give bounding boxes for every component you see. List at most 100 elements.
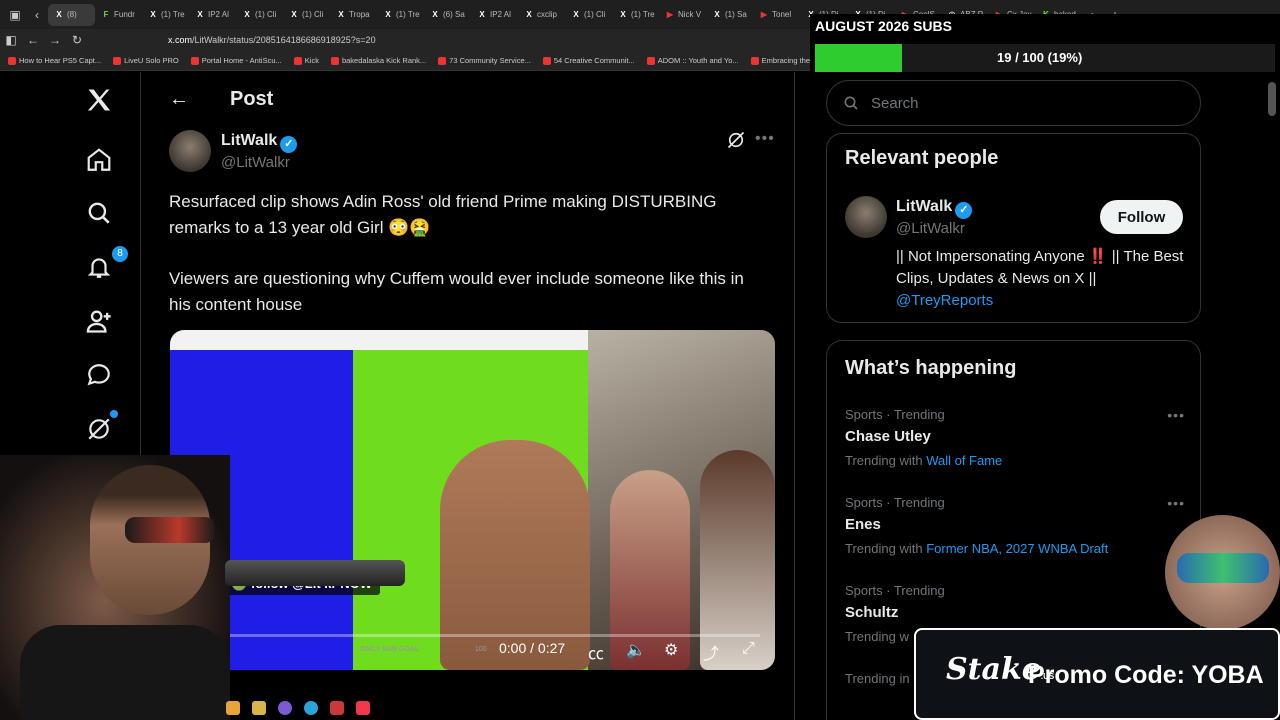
taskbar-folder-icon[interactable] (252, 701, 266, 715)
browser-tab[interactable]: X IP2 Al (189, 4, 236, 26)
grok-explain-icon[interactable] (726, 130, 746, 155)
back-arrow-icon[interactable]: ← (169, 88, 189, 111)
browser-tab[interactable]: X (6) Sa (424, 4, 471, 26)
author-name[interactable]: LitWalk (221, 132, 277, 149)
browser-tab[interactable]: ▶ Tonel (753, 4, 800, 26)
forward-icon[interactable]: → (44, 33, 66, 47)
promo-code-text: Promo Code: YOBA (1028, 661, 1264, 689)
video-progress-bar[interactable] (190, 634, 760, 637)
bookmark-item[interactable]: LiveU Solo PRO (113, 56, 179, 65)
browser-tab[interactable]: X (8) (48, 3, 95, 26)
trend-related-link[interactable]: Former NBA, 2027 WNBA Draft (926, 541, 1108, 556)
trend-more-icon[interactable]: ••• (1167, 495, 1185, 511)
bio-link[interactable]: @TreyReports (896, 292, 993, 309)
author-avatar[interactable] (169, 130, 211, 172)
home-icon[interactable] (84, 145, 114, 175)
browser-tab[interactable]: X IP2 Al (471, 4, 518, 26)
more-options-icon[interactable]: ••• (755, 130, 775, 148)
bookmark-item[interactable]: How to Hear PS5 Capt... (8, 56, 101, 65)
tab-favicon-icon: ▶ (760, 9, 768, 19)
search-icon (843, 95, 859, 116)
fullscreen-icon[interactable]: ⤢ (742, 640, 755, 658)
relevant-people-card: Relevant people LitWalk ✓ @LitWalkr Follo… (826, 133, 1201, 323)
taskbar-telegram-icon[interactable] (304, 701, 318, 715)
follow-button[interactable]: Follow (1100, 200, 1183, 234)
taskbar-app-icon[interactable] (330, 701, 344, 715)
grok-icon[interactable] (84, 410, 118, 444)
tab-favicon-icon: X (385, 9, 391, 19)
browser-tab[interactable]: X Tropa (330, 4, 377, 26)
page-scrollbar[interactable] (1268, 82, 1276, 116)
trend-name: Chase Utley (845, 428, 931, 445)
reload-icon[interactable]: ↻ (66, 33, 88, 47)
trend-with-prefix: Trending with (845, 453, 923, 468)
browser-tab[interactable]: ▶ Nick V (659, 4, 706, 26)
tab-scroll-left-icon[interactable]: ‹ (26, 8, 48, 22)
search-box[interactable]: Search (826, 80, 1201, 126)
bookmark-item[interactable]: 54 Creative Communit... (542, 56, 635, 65)
captions-icon[interactable]: ㏄ (588, 640, 604, 664)
sub-goal-progress-fill (815, 44, 903, 72)
trend-item[interactable]: Sports · Trending Enes Trending with Forme… (845, 495, 1185, 556)
tab-label: (1) Cli (584, 10, 606, 19)
verified-badge-icon: ✓ (955, 202, 973, 219)
relevant-person-name[interactable]: LitWalk (896, 198, 952, 215)
taskbar-app-icon[interactable] (226, 701, 240, 715)
video-player[interactable]: rom 🟢 follow @Lit kr NOW DAILY SUB GOAL … (170, 330, 775, 670)
taskbar-app-icon[interactable] (278, 701, 292, 715)
trend-item[interactable]: Sports · Trending Chase Utley Trending wit… (845, 407, 1185, 468)
browser-tab[interactable]: X (1) Sa (706, 4, 753, 26)
webcam-shirt (20, 625, 230, 720)
tab-favicon-icon: X (573, 9, 579, 19)
tab-label: Tropa (349, 10, 370, 19)
messages-bubble-icon[interactable] (84, 360, 114, 390)
tab-overview-icon[interactable]: ▣ (4, 8, 26, 22)
browser-tab[interactable]: X (1) Tre (377, 4, 424, 26)
browser-tab[interactable]: X (1) Cli (283, 4, 330, 26)
notifications-bell-icon[interactable]: 8 (84, 246, 128, 282)
tab-favicon-icon: X (197, 9, 203, 19)
post-column: ← Post LitWalk ✓ @LitWalkr ••• Resurfaced… (141, 72, 794, 720)
bookmark-item[interactable]: Kick (293, 56, 319, 65)
relevant-person-handle[interactable]: @LitWalkr (896, 220, 965, 237)
browser-tab[interactable]: X (1) Cli (236, 4, 283, 26)
bookmark-item[interactable]: bakedalaska Kick Rank... (330, 56, 426, 65)
bookmark-item[interactable]: 73 Community Service... (438, 56, 531, 65)
relevant-people-title: Relevant people (845, 147, 999, 169)
grok-new-dot (110, 410, 118, 418)
relevant-person-name-row[interactable]: LitWalk ✓ (896, 198, 973, 219)
trend-context: Trending with Former NBA, 2027 WNBA Draf… (845, 541, 1185, 556)
sub-goal-title: AUGUST 2026 SUBS (815, 18, 952, 34)
search-placeholder: Search (871, 95, 919, 112)
author-handle[interactable]: @LitWalkr (221, 154, 290, 171)
url-field[interactable]: x.com/LitWalkr/status/208516418668691892… (168, 35, 376, 45)
tab-label: (8) (67, 10, 77, 19)
author-name-row[interactable]: LitWalk ✓ (221, 132, 298, 153)
trend-name: Schultz (845, 604, 899, 621)
browser-tab[interactable]: X (1) Cli (565, 4, 612, 26)
video-controls: 0:00 / 0:27 ㏄ 🔈 ⚙ ⤴ ⤢ (170, 626, 775, 670)
trend-context: Trending with Wall of Fame (845, 453, 1185, 468)
settings-gear-icon[interactable]: ⚙ (664, 640, 678, 660)
bookmark-favicon-icon (293, 56, 302, 65)
browser-tab[interactable]: X (1) Tre (142, 4, 189, 26)
trend-more-icon[interactable]: ••• (1167, 407, 1185, 423)
x-logo-icon[interactable] (84, 85, 114, 115)
bookmark-item[interactable]: ADOM :: Youth and Yo... (646, 56, 739, 65)
tab-favicon-icon: X (526, 9, 532, 19)
volume-icon[interactable]: 🔈 (626, 640, 646, 660)
back-icon[interactable]: ← (22, 33, 44, 47)
taskbar-music-icon[interactable] (356, 701, 370, 715)
follow-person-icon[interactable] (84, 306, 114, 336)
bookmark-item[interactable]: Portal Home - AntiScu... (190, 56, 282, 65)
explore-search-icon[interactable] (84, 198, 114, 228)
relevant-person-avatar[interactable] (845, 196, 887, 238)
browser-tab[interactable]: Xcxclip (518, 4, 565, 26)
webcam-microphone (225, 560, 405, 586)
browser-tab[interactable]: F Fundr (95, 4, 142, 26)
popout-icon[interactable]: ⤴ (703, 640, 719, 664)
bookmark-favicon-icon (542, 56, 551, 65)
sidebar-toggle-icon[interactable]: ◧ (0, 33, 22, 47)
trend-related-link[interactable]: Wall of Fame (926, 453, 1002, 468)
browser-tab[interactable]: X (1) Tre (612, 4, 659, 26)
